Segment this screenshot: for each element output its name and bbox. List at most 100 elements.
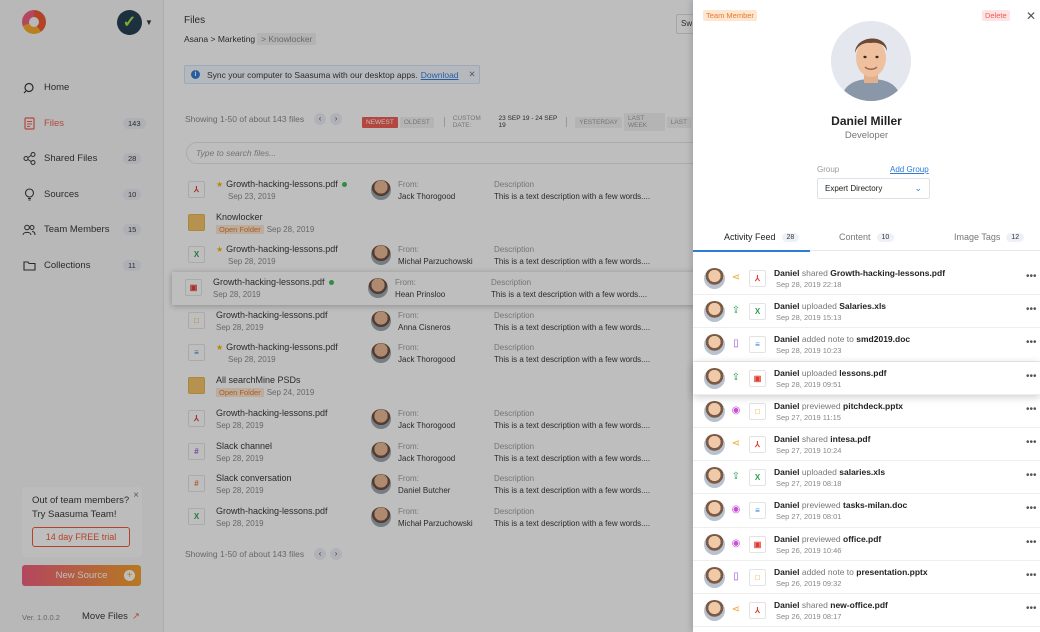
delete-button[interactable]: Delete bbox=[982, 10, 1010, 21]
sidebar-item-home[interactable]: Home bbox=[0, 70, 164, 106]
file-row[interactable]: Knowlocker Open Folder Sep 28, 2019 bbox=[175, 207, 705, 240]
file-date: Open Folder Sep 28, 2019 bbox=[216, 224, 314, 234]
more-options-icon[interactable]: ••• bbox=[1026, 271, 1037, 282]
workspace-caret-icon[interactable]: ▼ bbox=[145, 18, 153, 27]
file-name[interactable]: Slack conversation bbox=[216, 473, 292, 483]
activity-object[interactable]: salaries.xls bbox=[839, 467, 885, 477]
workspace-avatar[interactable]: ✓ bbox=[117, 10, 142, 35]
open-folder-tag[interactable]: Open Folder bbox=[216, 224, 264, 234]
new-source-button[interactable]: New Source + bbox=[22, 565, 141, 586]
file-name[interactable]: Growth-hacking-lessons.pdf bbox=[216, 310, 328, 320]
file-row[interactable]: ⅄ ★ Growth-hacking-lessons.pdf Sep 23, 2019… bbox=[175, 174, 705, 207]
open-folder-tag[interactable]: Open Folder bbox=[216, 388, 264, 398]
activity-item[interactable]: ⇪ X Daniel uploaded Salaries.xls Sep 28, 20… bbox=[693, 295, 1040, 329]
activity-item[interactable]: ▯ ≡ Daniel added note to smd2019.doc Sep 28… bbox=[693, 328, 1040, 362]
prev-page-button[interactable]: ‹ bbox=[314, 113, 327, 125]
activity-item[interactable]: ◉ ≡ Daniel previewed tasks-milan.doc Sep 27… bbox=[693, 494, 1040, 528]
sidebar-item-label: Home bbox=[44, 82, 70, 94]
file-name[interactable]: ★ Growth-hacking-lessons.pdf bbox=[216, 179, 347, 189]
file-name[interactable]: Growth-hacking-lessons.pdf bbox=[216, 408, 328, 418]
file-row[interactable]: All searchMine PSDs Open Folder Sep 24, 20… bbox=[175, 370, 705, 403]
file-name[interactable]: ★ Growth-hacking-lessons.pdf bbox=[216, 244, 338, 254]
description-text: This is a text description with a few wo… bbox=[491, 290, 648, 300]
more-options-icon[interactable]: ••• bbox=[1026, 437, 1037, 448]
filter-last-week[interactable]: LAST WEEK bbox=[624, 113, 665, 131]
activity-object[interactable]: Growth-hacking-lessons.pdf bbox=[830, 268, 945, 278]
description-label: Description bbox=[494, 180, 535, 189]
activity-object[interactable]: lessons.pdf bbox=[839, 368, 886, 378]
file-name[interactable]: ★ Growth-hacking-lessons.pdf bbox=[216, 342, 338, 352]
more-options-icon[interactable]: ••• bbox=[1026, 470, 1037, 481]
move-files-link[interactable]: Move Files ↗ bbox=[82, 611, 140, 622]
file-name[interactable]: Slack channel bbox=[216, 441, 272, 451]
filter-newest[interactable]: NEWEST bbox=[362, 116, 398, 128]
breadcrumb-item[interactable]: Asana bbox=[184, 34, 208, 44]
next-page-button[interactable]: › bbox=[330, 113, 343, 125]
more-options-icon[interactable]: ••• bbox=[1026, 371, 1037, 382]
sidebar-item-shared-files[interactable]: Shared Files 28 bbox=[0, 141, 164, 177]
file-row[interactable]: # Slack channel Sep 28, 2019 From: Jack Thor… bbox=[175, 436, 705, 469]
activity-item[interactable]: ⇪ X Daniel uploaded salaries.xls Sep 27, 20… bbox=[693, 461, 1040, 495]
more-options-icon[interactable]: ••• bbox=[1026, 404, 1037, 415]
more-options-icon[interactable]: ••• bbox=[1026, 603, 1037, 614]
download-link[interactable]: Download bbox=[421, 70, 459, 80]
from-name: Jack Thorogood bbox=[398, 355, 456, 365]
more-options-icon[interactable]: ••• bbox=[1026, 304, 1037, 315]
file-row[interactable]: X Growth-hacking-lessons.pdf Sep 28, 2019 F… bbox=[175, 501, 705, 534]
file-name[interactable]: All searchMine PSDs bbox=[216, 375, 301, 385]
more-options-icon[interactable]: ••• bbox=[1026, 570, 1037, 581]
custom-date-range[interactable]: 23 SEP 19 - 24 SEP 19 bbox=[499, 115, 559, 129]
group-select[interactable]: Expert Directory ⌄ bbox=[817, 178, 930, 199]
sidebar-item-sources[interactable]: Sources 10 bbox=[0, 177, 164, 213]
file-row[interactable]: ≡ ★ Growth-hacking-lessons.pdf Sep 28, 2019… bbox=[175, 337, 705, 370]
file-row[interactable]: # Slack conversation Sep 28, 2019 From: Dani… bbox=[175, 468, 705, 501]
sidebar-item-team-members[interactable]: Team Members 15 bbox=[0, 212, 164, 248]
activity-object[interactable]: intesa.pdf bbox=[830, 434, 870, 444]
close-icon[interactable]: × bbox=[133, 489, 139, 503]
star-icon[interactable]: ★ bbox=[216, 245, 223, 254]
filter-last[interactable]: LAST bbox=[666, 116, 691, 128]
prev-page-button[interactable]: ‹ bbox=[314, 548, 327, 560]
star-icon[interactable]: ★ bbox=[216, 343, 223, 352]
file-name[interactable]: Growth-hacking-lessons.pdf bbox=[216, 506, 328, 516]
file-row[interactable]: ⅄ Growth-hacking-lessons.pdf Sep 28, 2019 F… bbox=[175, 403, 705, 436]
more-options-icon[interactable]: ••• bbox=[1026, 537, 1037, 548]
activity-object[interactable]: office.pdf bbox=[843, 534, 881, 544]
free-trial-button[interactable]: 14 day FREE trial bbox=[32, 527, 130, 547]
file-row[interactable]: ▣ Growth-hacking-lessons.pdf Sep 28, 2019 F… bbox=[172, 272, 705, 305]
activity-item[interactable]: ⋖ ⅄ Daniel shared Growth-hacking-lessons.p… bbox=[693, 262, 1040, 296]
activity-item[interactable]: ⇪ ▣ Daniel uploaded lessons.pdf Sep 28, 201… bbox=[693, 361, 1040, 395]
activity-object[interactable]: Salaries.xls bbox=[839, 301, 886, 311]
file-name[interactable]: Knowlocker bbox=[216, 212, 263, 222]
sidebar-item-files[interactable]: Files 143 bbox=[0, 106, 164, 142]
activity-item[interactable]: ◉ □ Daniel previewed pitchdeck.pptx Sep 27,… bbox=[693, 395, 1040, 428]
tab-content[interactable]: Content 10 bbox=[839, 232, 895, 242]
next-page-button[interactable]: › bbox=[330, 548, 343, 560]
file-name[interactable]: Growth-hacking-lessons.pdf bbox=[213, 277, 334, 287]
more-options-icon[interactable]: ••• bbox=[1026, 337, 1037, 348]
add-group-link[interactable]: Add Group bbox=[890, 165, 929, 174]
search-input[interactable]: Type to search files... bbox=[186, 142, 706, 164]
close-icon[interactable]: ✕ bbox=[469, 69, 476, 80]
file-row[interactable]: X ★ Growth-hacking-lessons.pdf Sep 28, 2019… bbox=[175, 239, 705, 272]
activity-item[interactable]: ▯ □ Daniel added note to presentation.pptx… bbox=[693, 561, 1040, 594]
tab-image-tags[interactable]: Image Tags 12 bbox=[954, 232, 1025, 242]
activity-item[interactable]: ⋖ ⅄ Daniel shared intesa.pdf Sep 27, 2019 1… bbox=[693, 428, 1040, 462]
activity-object[interactable]: pitchdeck.pptx bbox=[843, 401, 903, 411]
activity-item[interactable]: ⋖ ⅄ Daniel shared new-office.pdf Sep 26, 20… bbox=[693, 594, 1040, 628]
file-row[interactable]: □ Growth-hacking-lessons.pdf Sep 28, 2019 F… bbox=[175, 305, 705, 338]
tab-activity-feed[interactable]: Activity Feed 28 bbox=[724, 232, 800, 242]
activity-object[interactable]: new-office.pdf bbox=[830, 600, 888, 610]
more-options-icon[interactable]: ••• bbox=[1026, 503, 1037, 514]
activity-object[interactable]: tasks-milan.doc bbox=[843, 500, 907, 510]
filter-yesterday[interactable]: YESTERDAY bbox=[575, 116, 622, 128]
app-logo[interactable] bbox=[22, 10, 46, 34]
activity-object[interactable]: smd2019.doc bbox=[856, 334, 910, 344]
breadcrumb-item[interactable]: Marketing bbox=[218, 34, 255, 44]
sidebar-item-collections[interactable]: Collections 11 bbox=[0, 248, 164, 284]
close-icon[interactable]: ✕ bbox=[1026, 10, 1036, 22]
star-icon[interactable]: ★ bbox=[216, 180, 223, 189]
activity-object[interactable]: presentation.pptx bbox=[856, 567, 927, 577]
filter-oldest[interactable]: OLDEST bbox=[399, 116, 434, 128]
activity-item[interactable]: ◉ ▣ Daniel previewed office.pdf Sep 26, 201… bbox=[693, 528, 1040, 561]
